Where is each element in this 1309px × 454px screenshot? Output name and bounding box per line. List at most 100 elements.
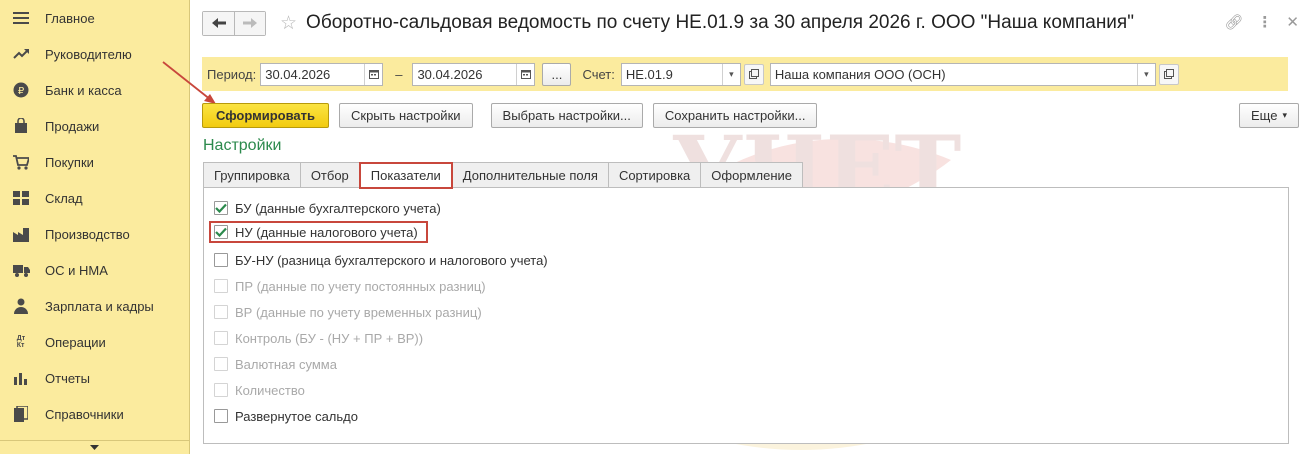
arrow-right-icon: [243, 18, 257, 28]
parameters-bar: Период: 30.04.2026 – 30.04.2026 ... Счет…: [202, 57, 1288, 91]
account-field[interactable]: НЕ.01.9 ▾: [620, 62, 741, 86]
sidebar-item-reports[interactable]: Отчеты: [0, 360, 189, 396]
indicator-control: Контроль (БУ - (НУ + ПР + ВР)): [214, 327, 423, 349]
indicators-panel: БУ (данные бухгалтерского учета) НУ (дан…: [203, 187, 1289, 444]
chevron-down-icon: ▾: [1282, 109, 1287, 120]
checkbox-quantity: [214, 383, 228, 397]
checkbox-bu-nu[interactable]: [214, 253, 228, 267]
save-settings-button[interactable]: Сохранить настройки...: [652, 102, 818, 128]
dropdown-icon[interactable]: ▾: [721, 63, 740, 85]
tab-indicators[interactable]: Показатели: [358, 162, 453, 189]
sidebar-item-label: Операции: [45, 334, 106, 350]
warehouse-grid-icon: [12, 189, 30, 207]
hide-settings-button[interactable]: Скрыть настройки: [339, 102, 473, 128]
generate-button[interactable]: Сформировать: [202, 102, 329, 128]
checkbox-control: [214, 331, 228, 345]
nav-buttons: [202, 10, 266, 36]
sidebar-item-production[interactable]: Производство: [0, 216, 189, 252]
indicator-label: Количество: [235, 382, 305, 398]
indicator-bu-nu[interactable]: БУ-НУ (разница бухгалтерского и налогово…: [214, 249, 548, 271]
sidebar-item-salary[interactable]: Зарплата и кадры: [0, 288, 189, 324]
dt-kt-icon: Дт Кт: [16, 335, 26, 349]
link-icon[interactable]: 🔗︎: [1224, 13, 1243, 31]
organization-value: Наша компания ООО (ОСН): [774, 66, 946, 82]
date-from-value: 30.04.2026: [265, 66, 331, 82]
sidebar-item-label: Производство: [45, 226, 130, 242]
back-button[interactable]: [203, 11, 234, 35]
indicator-currency: Валютная сумма: [214, 353, 337, 375]
sidebar-scroll-down[interactable]: [0, 440, 189, 454]
indicator-expanded-balance[interactable]: Развернутое сальдо: [214, 405, 358, 427]
indicator-label: Развернутое сальдо: [235, 408, 358, 424]
close-icon[interactable]: ✕: [1286, 13, 1299, 31]
sidebar-item-label: Отчеты: [45, 370, 90, 386]
tab-filter[interactable]: Отбор: [299, 162, 360, 188]
sidebar-item-operations[interactable]: Дт Кт Операции: [0, 324, 189, 360]
person-icon: [12, 297, 30, 315]
indicator-label: НУ (данные налогового учета): [235, 224, 418, 240]
settings-title: Настройки: [203, 137, 282, 154]
settings-tabs: Группировка Отбор Показатели Дополнитель…: [203, 162, 803, 189]
bar-chart-icon: [12, 369, 30, 387]
sidebar-item-fixed-assets[interactable]: ОС и НМА: [0, 252, 189, 288]
indicator-label: БУ-НУ (разница бухгалтерского и налогово…: [235, 252, 548, 268]
tab-appearance[interactable]: Оформление: [700, 162, 803, 188]
checkbox-expanded-balance[interactable]: [214, 409, 228, 423]
sidebar-item-label: Склад: [45, 190, 83, 206]
sidebar-item-sales[interactable]: Продажи: [0, 108, 189, 144]
trend-icon: [12, 45, 30, 63]
indicator-vr: ВР (данные по учету временных разниц): [214, 301, 482, 323]
factory-icon: [12, 225, 30, 243]
indicator-label: ПР (данные по учету постоянных разниц): [235, 278, 486, 294]
date-from-field[interactable]: 30.04.2026: [260, 62, 384, 86]
open-organization-button[interactable]: [1158, 63, 1179, 85]
tab-sorting[interactable]: Сортировка: [607, 162, 702, 188]
shopping-bag-icon: [12, 117, 30, 135]
favorite-star-icon[interactable]: ☆: [280, 12, 297, 35]
check-icon: [215, 227, 227, 237]
sidebar-item-label: Продажи: [45, 118, 100, 134]
cart-icon: [12, 153, 30, 171]
checkbox-pr: [214, 279, 228, 293]
indicator-bu[interactable]: БУ (данные бухгалтерского учета): [214, 197, 441, 219]
toolbar: Сформировать Скрыть настройки Выбрать на…: [202, 102, 1299, 128]
sidebar-item-label: Справочники: [45, 406, 124, 422]
forward-button[interactable]: [234, 11, 265, 35]
pointer-arrow-annotation: [162, 61, 216, 104]
indicator-label: БУ (данные бухгалтерского учета): [235, 200, 441, 216]
sidebar-item-main[interactable]: Главное: [0, 0, 189, 36]
scroll-down-icon: [90, 445, 99, 450]
date-to-field[interactable]: 30.04.2026: [412, 62, 536, 86]
tab-additional-fields[interactable]: Дополнительные поля: [451, 162, 609, 188]
sidebar-item-label: Покупки: [45, 154, 94, 170]
calendar-icon[interactable]: [364, 63, 383, 85]
indicator-nu[interactable]: НУ (данные налогового учета): [209, 221, 428, 243]
more-button-label: Еще: [1251, 107, 1278, 123]
more-button[interactable]: Еще ▾: [1239, 102, 1299, 128]
sidebar-item-label: Главное: [45, 10, 95, 26]
indicator-label: Контроль (БУ - (НУ + ПР + ВР)): [235, 330, 424, 346]
ruble-coin-icon: ₽: [12, 81, 30, 99]
sidebar-item-catalogs[interactable]: Справочники: [0, 396, 189, 432]
indicator-quantity: Количество: [214, 379, 305, 401]
calendar-icon[interactable]: [516, 63, 535, 85]
open-account-button[interactable]: [743, 63, 764, 85]
sidebar-item-label: Зарплата и кадры: [45, 298, 154, 314]
truck-icon: [12, 261, 30, 279]
date-to-value: 30.04.2026: [417, 66, 483, 82]
dropdown-icon[interactable]: ▾: [1136, 63, 1155, 85]
svg-text:₽: ₽: [18, 86, 25, 97]
indicator-label: Валютная сумма: [235, 356, 337, 372]
account-value: НЕ.01.9: [625, 66, 673, 82]
checkbox-bu[interactable]: [214, 201, 228, 215]
indicator-label: ВР (данные по учету временных разниц): [235, 304, 482, 320]
sidebar-item-warehouse[interactable]: Склад: [0, 180, 189, 216]
checkbox-nu[interactable]: [214, 225, 228, 239]
sidebar-item-purchases[interactable]: Покупки: [0, 144, 189, 180]
choose-period-button[interactable]: ...: [542, 62, 572, 86]
period-dash: –: [395, 66, 403, 82]
organization-field[interactable]: Наша компания ООО (ОСН) ▾: [769, 62, 1156, 86]
more-vertical-icon[interactable]: ⋮: [1257, 13, 1272, 31]
choose-settings-button[interactable]: Выбрать настройки...: [490, 102, 643, 128]
tab-grouping[interactable]: Группировка: [203, 162, 301, 188]
